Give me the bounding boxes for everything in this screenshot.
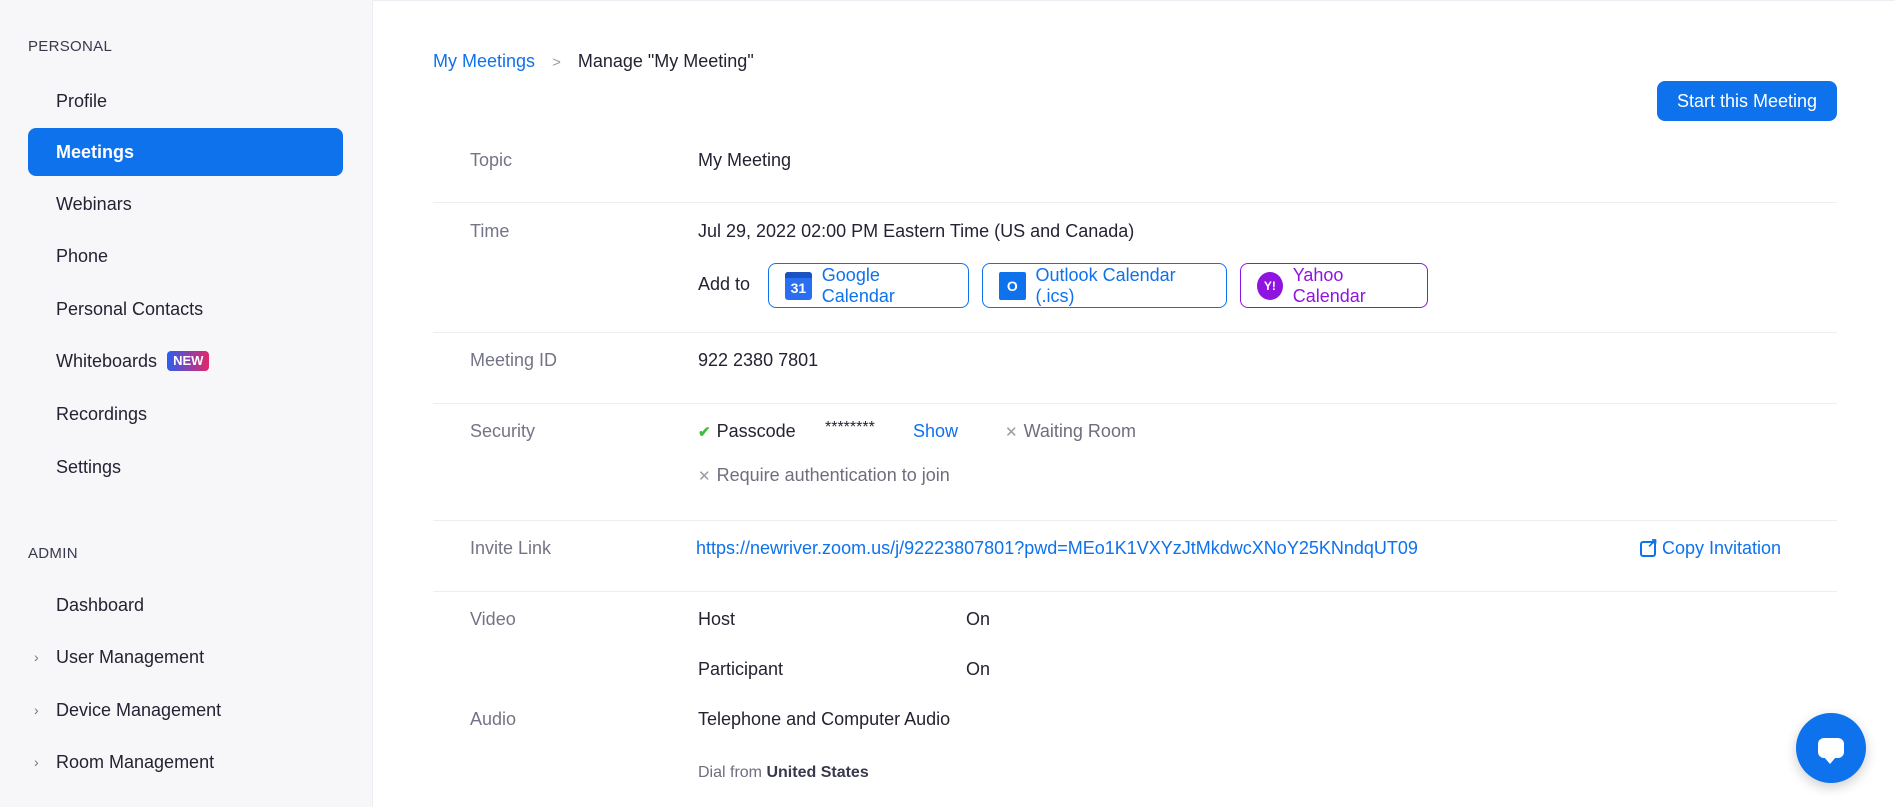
dial-from-label: Dial from bbox=[698, 764, 763, 781]
section-title-admin: ADMIN bbox=[28, 545, 78, 562]
require-auth-item: ✕ Require authentication to join bbox=[698, 465, 950, 486]
yahoo-calendar-icon: Y! bbox=[1257, 271, 1283, 300]
chevron-right-icon: › bbox=[34, 754, 39, 770]
show-passcode-link[interactable]: Show bbox=[913, 421, 958, 442]
meeting-id-value: 922 2380 7801 bbox=[698, 350, 819, 370]
sidebar-item-label: Personal Contacts bbox=[56, 298, 204, 319]
sidebar-item-label: Whiteboards bbox=[56, 350, 158, 371]
google-calendar-icon: 31 bbox=[785, 271, 812, 300]
sidebar-item-label: Room Management bbox=[56, 751, 215, 772]
new-badge: NEW bbox=[167, 351, 210, 371]
close-icon: ✕ bbox=[698, 468, 711, 485]
waiting-room-label: Waiting Room bbox=[1023, 421, 1136, 441]
sidebar-item-room-management[interactable]: › Room Management bbox=[28, 738, 343, 786]
invite-link-label: Invite Link bbox=[470, 538, 552, 558]
sidebar-item-label: Dashboard bbox=[56, 594, 145, 615]
sidebar-item-dashboard[interactable]: Dashboard bbox=[28, 581, 343, 629]
divider bbox=[433, 202, 1837, 203]
sidebar-item-whiteboards[interactable]: Whiteboards NEW bbox=[28, 337, 343, 385]
sidebar: PERSONAL Profile Meetings Webinars Phone… bbox=[0, 0, 373, 807]
sidebar-item-webinars[interactable]: Webinars bbox=[28, 180, 343, 228]
start-meeting-button[interactable]: Start this Meeting bbox=[1657, 81, 1837, 121]
divider bbox=[433, 403, 1837, 404]
breadcrumb-separator: > bbox=[552, 54, 561, 71]
sidebar-item-recordings[interactable]: Recordings bbox=[28, 390, 343, 438]
chevron-right-icon: › bbox=[34, 649, 39, 665]
sidebar-item-personal-contacts[interactable]: Personal Contacts bbox=[28, 285, 343, 333]
sidebar-item-settings[interactable]: Settings bbox=[28, 443, 343, 491]
breadcrumb: My Meetings > Manage "My Meeting" bbox=[433, 51, 754, 72]
waiting-room-item: ✕ Waiting Room bbox=[1005, 421, 1136, 442]
passcode-value: ******** bbox=[825, 419, 875, 436]
chat-icon bbox=[1818, 738, 1844, 764]
sidebar-item-profile[interactable]: Profile bbox=[28, 77, 343, 125]
share-icon bbox=[1640, 535, 1658, 557]
breadcrumb-my-meetings-link[interactable]: My Meetings bbox=[433, 51, 535, 71]
sidebar-item-label: Webinars bbox=[56, 193, 132, 214]
divider bbox=[433, 520, 1837, 521]
add-to-label: Add to bbox=[698, 274, 751, 294]
topic-value: My Meeting bbox=[698, 150, 792, 170]
close-icon: ✕ bbox=[1005, 424, 1018, 441]
copy-invitation-button[interactable]: Copy Invitation bbox=[1640, 535, 1782, 559]
passcode-item: ✔ Passcode bbox=[698, 421, 796, 442]
topic-label: Topic bbox=[470, 150, 513, 170]
passcode-label: Passcode bbox=[716, 421, 796, 441]
outlook-calendar-label: Outlook Calendar (.ics) bbox=[1035, 264, 1176, 306]
security-label: Security bbox=[470, 421, 536, 441]
outlook-calendar-icon: O bbox=[999, 271, 1026, 300]
outlook-calendar-button[interactable]: O Outlook Calendar (.ics) bbox=[982, 263, 1227, 308]
divider bbox=[433, 591, 1837, 592]
sidebar-item-label: Settings bbox=[56, 456, 122, 477]
dial-from: Dial from United States bbox=[698, 764, 869, 782]
yahoo-calendar-label: Yahoo Calendar bbox=[1292, 264, 1366, 306]
video-participant-value: On bbox=[966, 659, 991, 679]
check-icon: ✔ bbox=[698, 424, 711, 441]
dial-from-country: United States bbox=[766, 764, 869, 781]
copy-invitation-label: Copy Invitation bbox=[1662, 538, 1782, 558]
sidebar-item-label: Profile bbox=[56, 90, 108, 111]
sidebar-item-label: User Management bbox=[56, 646, 205, 667]
audio-value: Telephone and Computer Audio bbox=[698, 709, 951, 729]
sidebar-item-label: Device Management bbox=[56, 699, 222, 720]
chevron-right-icon: › bbox=[34, 702, 39, 718]
video-label: Video bbox=[470, 609, 516, 629]
time-value: Jul 29, 2022 02:00 PM Eastern Time (US a… bbox=[698, 221, 1135, 241]
video-participant-label: Participant bbox=[698, 659, 784, 679]
require-auth-label: Require authentication to join bbox=[716, 465, 950, 485]
sidebar-item-label: Meetings bbox=[56, 141, 135, 162]
breadcrumb-current: Manage "My Meeting" bbox=[577, 51, 754, 71]
invite-link-url[interactable]: https://newriver.zoom.us/j/92223807801?p… bbox=[696, 538, 1418, 559]
sidebar-item-user-management[interactable]: › User Management bbox=[28, 633, 343, 681]
sidebar-item-device-management[interactable]: › Device Management bbox=[28, 686, 343, 734]
video-host-value: On bbox=[966, 609, 991, 629]
sidebar-item-phone[interactable]: Phone bbox=[28, 232, 343, 280]
audio-label: Audio bbox=[470, 709, 517, 729]
yahoo-calendar-button[interactable]: Y! Yahoo Calendar bbox=[1240, 263, 1428, 308]
main-content: My Meetings > Manage "My Meeting" Start … bbox=[373, 0, 1895, 807]
google-calendar-label: Google Calendar bbox=[821, 264, 895, 306]
video-host-label: Host bbox=[698, 609, 736, 629]
time-label: Time bbox=[470, 221, 510, 241]
meeting-id-label: Meeting ID bbox=[470, 350, 558, 370]
divider bbox=[433, 332, 1837, 333]
section-title-personal: PERSONAL bbox=[28, 38, 113, 55]
sidebar-item-label: Phone bbox=[56, 245, 109, 266]
chat-button[interactable] bbox=[1796, 713, 1866, 783]
google-calendar-button[interactable]: 31 Google Calendar bbox=[768, 263, 969, 308]
sidebar-item-meetings[interactable]: Meetings bbox=[28, 128, 343, 176]
sidebar-item-label: Recordings bbox=[56, 403, 148, 424]
